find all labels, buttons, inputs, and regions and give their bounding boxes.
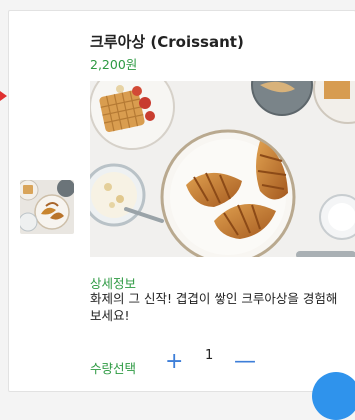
quantity-decrease-button[interactable]: — [234,350,256,374]
selection-arrow-icon [0,91,7,101]
quantity-label: 수량선택 [90,361,137,376]
product-price: 2,200원 [90,57,138,72]
product-description: 화제의 그 신작! 겹겹이 쌓인 크루아상을 경험해보세요! [90,291,338,323]
product-title: 크루아상 (Croissant) [90,33,244,51]
product-thumbnail[interactable] [20,180,74,234]
floating-action-button[interactable] [312,372,355,420]
quantity-increase-button[interactable]: + [165,350,183,374]
croissant-breakfast-photo [90,81,355,257]
quantity-value: 1 [205,348,214,363]
